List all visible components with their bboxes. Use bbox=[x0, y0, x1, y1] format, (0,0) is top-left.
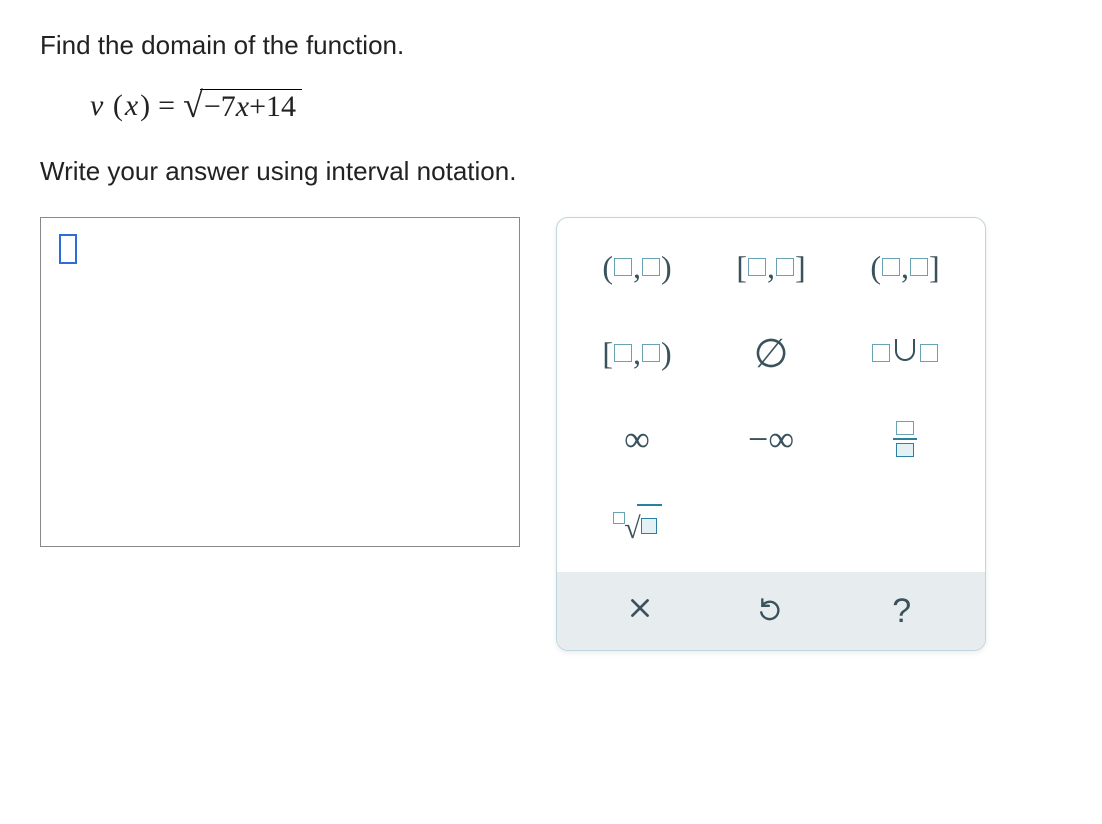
close-icon bbox=[627, 595, 653, 628]
key-nth-root[interactable]: √ bbox=[575, 496, 699, 554]
radicand-const: +14 bbox=[249, 90, 296, 123]
key-empty-2 bbox=[843, 496, 967, 554]
help-button[interactable]: ? bbox=[836, 588, 967, 634]
prompt-line-2: Write your answer using interval notatio… bbox=[40, 156, 1062, 187]
key-fraction[interactable] bbox=[843, 410, 967, 468]
key-neg-infinity[interactable]: −∞ bbox=[709, 410, 833, 468]
equation-arg: x bbox=[125, 89, 138, 123]
radicand-coeff: −7 bbox=[204, 90, 236, 123]
key-union[interactable] bbox=[843, 324, 967, 382]
key-interval-open-open[interactable]: (,) bbox=[575, 238, 699, 296]
equation-fn-name: v bbox=[90, 89, 103, 123]
radicand-var: x bbox=[236, 90, 249, 123]
key-interval-open-closed[interactable]: (,] bbox=[843, 238, 967, 296]
key-empty-set[interactable]: ∅ bbox=[709, 324, 833, 382]
sqrt-expression: √ −7x+14 bbox=[183, 85, 302, 126]
key-empty-1 bbox=[709, 496, 833, 554]
key-interval-closed-closed[interactable]: [,] bbox=[709, 238, 833, 296]
question-icon: ? bbox=[892, 592, 911, 631]
prompt-line-1: Find the domain of the function. bbox=[40, 30, 1062, 61]
clear-button[interactable] bbox=[575, 588, 706, 634]
answer-cursor bbox=[59, 234, 77, 264]
math-keypad: (,) [,] (,] [,) ∅ ∞ −∞ √ bbox=[556, 217, 986, 651]
undo-icon bbox=[758, 595, 784, 628]
key-interval-closed-open[interactable]: [,) bbox=[575, 324, 699, 382]
answer-input[interactable] bbox=[40, 217, 520, 547]
undo-button[interactable] bbox=[706, 588, 837, 634]
key-infinity[interactable]: ∞ bbox=[575, 410, 699, 468]
equation: v (x) = √ −7x+14 bbox=[90, 85, 1062, 126]
